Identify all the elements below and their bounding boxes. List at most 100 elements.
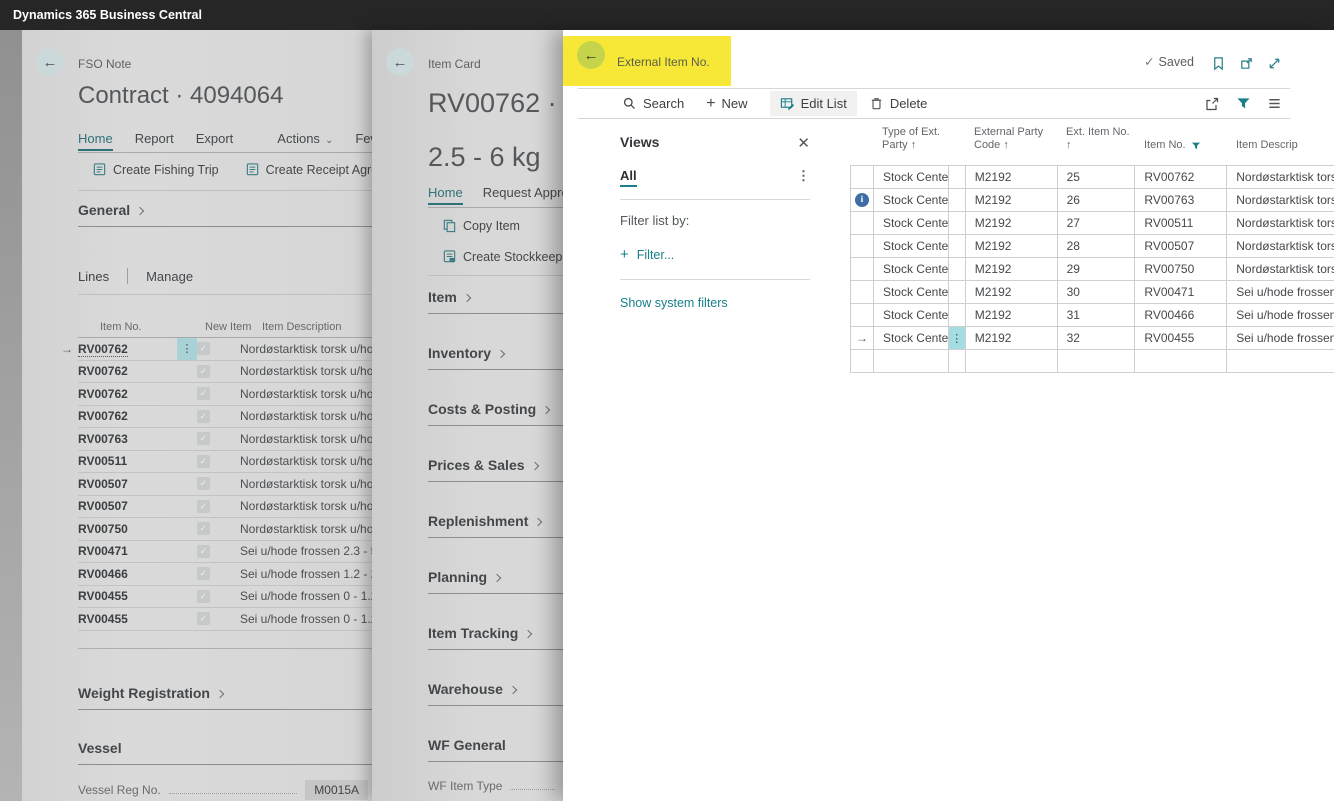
column-item-no[interactable]: Item No.	[1135, 139, 1227, 157]
column-item-description[interactable]: Item Description	[262, 321, 372, 333]
back-arrow-button[interactable]: ←	[36, 48, 64, 76]
tab-report[interactable]: Report	[135, 131, 174, 146]
table-row[interactable]: Stock Center M2192 31 RV00466 Sei u/hode…	[851, 304, 1334, 327]
new-item-checkbox[interactable]: ✓	[197, 499, 210, 513]
expand-icon[interactable]	[1265, 54, 1283, 72]
add-filter-button[interactable]: + Filter...	[620, 246, 810, 263]
column-type-of-ext-party[interactable]: Type of Ext. Party ↑	[873, 126, 948, 157]
section-inventory[interactable]: Inventory	[428, 345, 563, 370]
tab-export[interactable]: Export	[196, 131, 234, 146]
new-item-checkbox[interactable]: ✓	[197, 409, 210, 423]
bookmark-icon[interactable]	[1209, 54, 1227, 72]
view-options-ellipsis[interactable]: ⋮	[797, 168, 810, 187]
section-prices-sales[interactable]: Prices & Sales	[428, 457, 563, 482]
create-fishing-trip-button[interactable]: Create Fishing Trip	[92, 162, 219, 177]
table-row[interactable]: RV00750 ✓ Nordøstarktisk torsk u/ho	[78, 518, 372, 541]
show-system-filters-link[interactable]: Show system filters	[620, 296, 810, 310]
section-replenishment[interactable]: Replenishment	[428, 513, 563, 538]
section-vessel[interactable]: Vessel	[78, 740, 372, 765]
table-row[interactable]: RV00455 ✓ Sei u/hode frossen 0 - 1.2	[78, 608, 372, 631]
table-row[interactable]: RV00511 ✓ Nordøstarktisk torsk u/ho	[78, 451, 372, 473]
table-row[interactable]: → Stock Center ⋮ M2192 32 RV00455 Sei u/…	[851, 327, 1334, 350]
table-row[interactable]: Stock Center M2192 25 RV00762 Nordøstark…	[851, 166, 1334, 189]
column-new-item[interactable]: New Item	[205, 321, 262, 333]
column-item-no[interactable]: Item No.	[100, 321, 205, 333]
list-view-icon[interactable]	[1267, 96, 1282, 111]
delete-button[interactable]: Delete	[869, 96, 927, 111]
wf-item-type-field[interactable]: WF Item Type	[428, 779, 563, 793]
table-row[interactable]: RV00762 ✓ Nordøstarktisk torsk u/ho	[78, 383, 372, 406]
tab-request-approval[interactable]: Request Approva	[483, 185, 563, 200]
section-item[interactable]: Item	[428, 289, 563, 314]
table-row[interactable]: Stock Center M2192 28 RV00507 Nordøstark…	[851, 235, 1334, 258]
table-row[interactable]: RV00762 ✓ Nordøstarktisk torsk u/ho	[78, 361, 372, 383]
info-icon[interactable]: i	[854, 193, 869, 207]
plus-icon: +	[706, 94, 716, 112]
new-item-checkbox[interactable]: ✓	[197, 544, 210, 558]
table-row[interactable]: RV00507 ✓ Nordøstarktisk torsk u/ho	[78, 496, 372, 518]
new-item-checkbox[interactable]: ✓	[197, 567, 210, 581]
section-general[interactable]: General	[78, 202, 372, 227]
filter-icon[interactable]	[1236, 96, 1251, 111]
column-external-party-code[interactable]: External Party Code ↑	[965, 126, 1057, 157]
close-icon[interactable]: ✕	[797, 134, 810, 152]
tab-manage[interactable]: Manage	[146, 269, 193, 284]
section-costs-posting[interactable]: Costs & Posting	[428, 401, 563, 426]
table-row[interactable]: → RV00762 ⋮ ✓ Nordøstarktisk torsk u/ho	[61, 337, 372, 361]
create-stockkeeping-unit-button[interactable]: Create Stockkeeping U	[442, 249, 563, 264]
vessel-reg-no-field[interactable]: Vessel Reg No. M0015A	[78, 780, 368, 800]
new-item-checkbox[interactable]: ✓	[197, 612, 210, 626]
new-item-checkbox[interactable]: ✓	[197, 454, 210, 468]
tab-lines[interactable]: Lines	[78, 269, 109, 284]
chevron-right-icon	[524, 629, 533, 639]
sort-asc-icon: ↑	[1066, 139, 1072, 151]
row-ellipsis-menu[interactable]: ⋮	[177, 337, 197, 360]
chevron-right-icon	[215, 689, 225, 699]
table-row[interactable]: RV00763 ✓ Nordøstarktisk torsk u/ho	[78, 428, 372, 451]
section-item-tracking[interactable]: Item Tracking	[428, 625, 563, 650]
section-warehouse[interactable]: Warehouse	[428, 681, 563, 706]
new-item-checkbox[interactable]: ✓	[197, 432, 210, 446]
external-item-grid: Stock Center M2192 25 RV00762 Nordøstark…	[850, 165, 1334, 373]
back-arrow-button[interactable]: ←	[577, 41, 605, 69]
back-arrow-button[interactable]: ←	[386, 48, 414, 76]
new-item-checkbox[interactable]: ✓	[197, 342, 210, 356]
row-ellipsis-menu[interactable]: ⋮	[948, 327, 965, 349]
table-row[interactable]: RV00471 ✓ Sei u/hode frossen 2.3 - 5	[78, 541, 372, 563]
new-item-checkbox[interactable]: ✓	[197, 387, 210, 401]
sort-asc-icon: ↑	[1003, 139, 1009, 151]
chevron-right-icon	[462, 293, 472, 303]
section-wf-general[interactable]: WF General	[428, 737, 563, 762]
tab-home[interactable]: Home	[428, 185, 463, 205]
table-row[interactable]: Stock Center M2192 29 RV00750 Nordøstark…	[851, 258, 1334, 281]
column-item-description[interactable]: Item Descrip	[1227, 139, 1334, 157]
table-row[interactable]: Stock Center M2192 27 RV00511 Nordøstark…	[851, 212, 1334, 235]
new-item-checkbox[interactable]: ✓	[197, 364, 210, 378]
tab-fewer-options[interactable]: Fewer op	[355, 131, 372, 146]
table-row[interactable]: i Stock Center M2192 26 RV00763 Nordøsta…	[851, 189, 1334, 212]
table-row[interactable]: RV00455 ✓ Sei u/hode frossen 0 - 1.2	[78, 586, 372, 608]
table-row[interactable]: RV00507 ✓ Nordøstarktisk torsk u/ho	[78, 473, 372, 496]
new-item-checkbox[interactable]: ✓	[197, 589, 210, 603]
copy-item-button[interactable]: Copy Item	[442, 218, 520, 233]
table-row[interactable]: Stock Center M2192 30 RV00471 Sei u/hode…	[851, 281, 1334, 304]
view-all[interactable]: All	[620, 168, 637, 187]
tab-home[interactable]: Home	[78, 131, 113, 151]
share-icon[interactable]	[1204, 96, 1220, 112]
search-button[interactable]: Search	[622, 96, 684, 111]
table-row[interactable]: RV00762 ✓ Nordøstarktisk torsk u/ho	[78, 406, 372, 428]
table-row-empty[interactable]	[851, 350, 1334, 373]
table-row[interactable]: RV00466 ✓ Sei u/hode frossen 1.2 - 2	[78, 563, 372, 586]
new-item-checkbox[interactable]: ✓	[197, 522, 210, 536]
column-ext-item-no[interactable]: Ext. Item No. ↑	[1057, 126, 1135, 157]
section-planning[interactable]: Planning	[428, 569, 563, 594]
page-caption: FSO Note	[78, 57, 132, 71]
new-button[interactable]: + New	[706, 95, 747, 113]
field-value[interactable]: M0015A	[305, 780, 368, 800]
open-in-window-icon[interactable]	[1237, 54, 1255, 72]
section-weight-registration[interactable]: Weight Registration	[78, 685, 372, 710]
edit-list-button[interactable]: Edit List	[769, 91, 857, 116]
create-receipt-agreement-button[interactable]: Create Receipt Agreement	[245, 162, 372, 177]
new-item-checkbox[interactable]: ✓	[197, 477, 210, 491]
tab-actions[interactable]: Actions ⌄	[277, 131, 333, 146]
